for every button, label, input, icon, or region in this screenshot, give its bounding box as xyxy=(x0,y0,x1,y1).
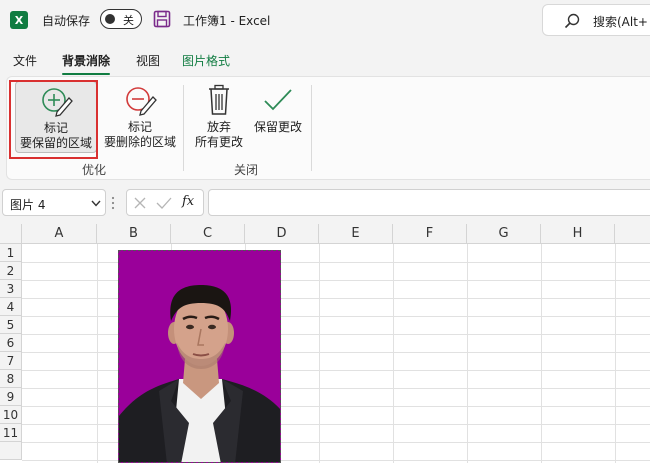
discard-line1: 放弃 xyxy=(206,120,231,134)
column-header[interactable]: B xyxy=(97,224,171,244)
gridline xyxy=(22,370,650,371)
portrait-picture[interactable] xyxy=(118,250,281,463)
highlight-box xyxy=(9,80,98,159)
tab-view[interactable]: 视图 xyxy=(136,52,160,69)
name-box-value: 图片 4 xyxy=(10,198,46,212)
tab-file[interactable]: 文件 xyxy=(13,52,37,69)
row-header[interactable]: 8 xyxy=(0,370,22,388)
mark-remove-line1: 标记 xyxy=(127,120,152,134)
row-header[interactable] xyxy=(0,442,22,460)
search-icon xyxy=(564,13,580,29)
gridline xyxy=(393,244,394,463)
gridline xyxy=(615,244,616,463)
row-header[interactable]: 11 xyxy=(0,424,22,442)
discard-all-changes-button[interactable]: 放弃 所有更改 xyxy=(191,84,247,154)
gridline xyxy=(22,262,650,263)
gridline xyxy=(22,352,650,353)
more-options-icon[interactable] xyxy=(110,194,116,212)
ribbon: 标记 要保留的区域 标记 要删除的区域 优化 放弃 所有更改 保留更改 关闭 xyxy=(6,76,650,180)
column-header[interactable]: A xyxy=(22,224,97,244)
formula-bar: 图片 4 fx xyxy=(0,188,650,218)
document-title: 工作簿1 - Excel xyxy=(183,14,271,28)
select-all-corner[interactable] xyxy=(0,224,22,244)
ribbon-tabs: 文件 背景消除 视图 图片格式 xyxy=(0,44,650,75)
gridline xyxy=(541,244,542,463)
confirm-icon[interactable] xyxy=(156,196,172,210)
trash-icon xyxy=(209,84,229,115)
discard-line2: 所有更改 xyxy=(194,135,243,149)
gridline xyxy=(22,316,650,317)
formula-controls: fx xyxy=(126,189,204,216)
gridline xyxy=(22,280,650,281)
tab-background-removal[interactable]: 背景消除 xyxy=(62,52,111,75)
row-header[interactable]: 10 xyxy=(0,406,22,424)
ribbon-separator xyxy=(311,85,312,171)
toggle-knob xyxy=(105,14,115,24)
gridline xyxy=(319,244,320,463)
row-header[interactable]: 5 xyxy=(0,316,22,334)
row-header[interactable]: 3 xyxy=(0,280,22,298)
ribbon-separator xyxy=(183,85,184,171)
search-box[interactable]: 搜索(Alt+ xyxy=(542,4,650,36)
gridline xyxy=(22,388,650,389)
close-icon[interactable] xyxy=(133,196,147,210)
title-bar: X 自动保存 关 工作簿1 - Excel 搜索(Alt+ xyxy=(0,0,650,40)
row-header[interactable]: 2 xyxy=(0,262,22,280)
gridline xyxy=(22,460,650,461)
chevron-down-icon xyxy=(91,200,101,207)
fx-icon[interactable]: fx xyxy=(182,194,194,209)
keep-changes-label: 保留更改 xyxy=(253,120,302,134)
row-header[interactable]: 1 xyxy=(0,244,22,262)
spreadsheet-grid[interactable]: A B C D E F G H 1 2 3 4 5 6 7 8 9 10 11 xyxy=(0,224,650,463)
name-box[interactable]: 图片 4 xyxy=(2,189,106,216)
column-header[interactable]: C xyxy=(171,224,245,244)
autosave-label: 自动保存 xyxy=(42,14,91,28)
keep-changes-button[interactable]: 保留更改 xyxy=(250,84,306,154)
column-header[interactable]: F xyxy=(393,224,467,244)
formula-input[interactable] xyxy=(208,189,650,216)
checkmark-icon xyxy=(264,89,292,111)
gridline xyxy=(22,334,650,335)
column-header[interactable]: E xyxy=(319,224,393,244)
gridline xyxy=(467,244,468,463)
save-icon[interactable] xyxy=(153,10,171,28)
mark-areas-to-remove-button[interactable]: 标记 要删除的区域 xyxy=(99,84,181,154)
group-label-close: 关闭 xyxy=(234,163,259,177)
row-header[interactable]: 6 xyxy=(0,334,22,352)
excel-logo-icon: X xyxy=(10,11,28,29)
gridline xyxy=(22,406,650,407)
gridline xyxy=(22,424,650,425)
column-header[interactable]: D xyxy=(245,224,319,244)
row-header[interactable]: 9 xyxy=(0,388,22,406)
portrait-image xyxy=(119,285,280,462)
column-header[interactable]: G xyxy=(467,224,541,244)
search-placeholder: 搜索(Alt+ xyxy=(593,15,648,29)
gridline xyxy=(22,442,650,443)
group-label-refine: 优化 xyxy=(82,163,107,177)
tab-picture-format[interactable]: 图片格式 xyxy=(182,52,230,69)
autosave-toggle[interactable]: 关 xyxy=(100,9,142,29)
mark-remove-line2: 要删除的区域 xyxy=(103,135,176,149)
gridline xyxy=(97,244,98,463)
column-header[interactable] xyxy=(615,224,650,244)
column-header[interactable]: H xyxy=(541,224,615,244)
gridline xyxy=(22,298,650,299)
autosave-state: 关 xyxy=(123,14,134,27)
pencil-minus-icon xyxy=(126,87,157,116)
row-header[interactable]: 4 xyxy=(0,298,22,316)
row-header[interactable]: 7 xyxy=(0,352,22,370)
